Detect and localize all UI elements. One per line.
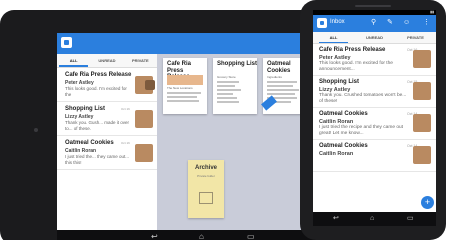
app-title: Inbox (330, 19, 345, 25)
message-snippet: This looks good. I'm excited for the ann… (319, 61, 393, 72)
card-title: Shopping List (217, 61, 257, 67)
card-subtitle: The New Locations (167, 86, 193, 90)
list-item[interactable]: Cafe Ria Press Release Oct 16 Peter Astl… (313, 44, 436, 76)
phone-tabs: ALL UNREAD PRIVATE (313, 32, 436, 44)
compose-fab-button[interactable]: + (421, 196, 434, 209)
phone-device: ▮▮ Inbox ⚲ ✎ ☺ ⋮ ALL UNREAD PRIVATE Cafe… (300, 0, 446, 240)
list-item[interactable]: Shopping List Oct 15 Lizzy Astley Thank … (313, 76, 436, 108)
tablet-device: ALL UNREAD PRIVATE Cafe Ria Press Releas… (0, 10, 330, 240)
message-title: Oatmeal Cookies (65, 140, 114, 146)
card-image (167, 75, 203, 85)
message-snippet: This looks good. I'm excited for the (65, 86, 127, 97)
inbox-logo-icon (317, 18, 327, 28)
message-snippet: Thank you. Crushed tomatoes won't be... … (319, 93, 407, 104)
home-icon[interactable]: ⌂ (199, 233, 204, 240)
message-snippet: I just tried the recipe and they came ou… (319, 125, 403, 136)
phone-nav-bar: ↩ ⌂ ▭ (313, 212, 436, 226)
back-icon[interactable]: ↩ (333, 215, 339, 223)
tab-unread[interactable]: UNREAD (354, 32, 395, 43)
tablet-message-list: Cafe Ria Press Release Oct 16 Peter Astl… (57, 68, 157, 230)
overflow-menu-icon[interactable]: ⋮ (423, 18, 430, 28)
home-icon[interactable]: ⌂ (370, 215, 374, 223)
avatar (413, 82, 431, 100)
tab-unread[interactable]: UNREAD (90, 54, 123, 67)
tab-all[interactable]: ALL (313, 32, 354, 43)
device-showcase: ALL UNREAD PRIVATE Cafe Ria Press Releas… (0, 0, 450, 240)
tablet-camera (34, 128, 38, 132)
note-card[interactable]: Cafe Ria Press Release The New Locations (163, 58, 207, 114)
message-title: Oatmeal Cookies (319, 143, 368, 149)
back-icon[interactable]: ↩ (151, 233, 158, 240)
list-item[interactable]: Shopping List Oct 16 Lizzy Astley Thank … (57, 102, 157, 136)
list-item[interactable]: Cafe Ria Press Release Oct 16 Peter Astl… (57, 68, 157, 102)
tablet-tabs: ALL UNREAD PRIVATE (57, 54, 157, 68)
list-item[interactable]: Oatmeal Cookies Oct 16 Caitlin Roran I j… (57, 136, 157, 170)
message-title: Shopping List (65, 106, 105, 112)
tablet-nav-bar: ↩ ⌂ ▭ (57, 230, 330, 240)
inbox-logo-icon (61, 37, 72, 48)
avatar (135, 144, 153, 162)
archive-subtitle: Private folder (197, 174, 215, 178)
card-subtitle: Grocery Store (217, 75, 236, 79)
avatar (145, 80, 155, 90)
message-date: Oct 16 (121, 107, 130, 111)
note-card[interactable]: Shopping List Grocery Store (213, 58, 257, 114)
tab-private[interactable]: PRIVATE (395, 32, 436, 43)
message-title: Shopping List (319, 79, 359, 85)
avatar (413, 50, 431, 68)
card-subtitle: Ingredients (267, 75, 282, 79)
phone-speaker (355, 5, 391, 7)
avatar (413, 114, 431, 132)
avatar (135, 110, 153, 128)
archive-box-icon (199, 192, 213, 204)
message-snippet: I just tried the... they came out... thi… (65, 154, 130, 165)
recents-icon[interactable]: ▭ (407, 215, 414, 223)
list-item[interactable]: Oatmeal Cookies Oct 14 Caitlin Roran (313, 140, 436, 172)
compose-icon[interactable]: ✎ (387, 18, 393, 28)
phone-app-bar: Inbox ⚲ ✎ ☺ ⋮ (313, 15, 436, 32)
recents-icon[interactable]: ▭ (247, 233, 255, 240)
archive-folder[interactable]: Archive Private folder (188, 160, 224, 218)
tablet-app-bar (57, 33, 330, 54)
message-sender: Caitlin Roran (319, 151, 354, 157)
search-icon[interactable]: ⚲ (371, 18, 376, 28)
tab-private[interactable]: PRIVATE (124, 54, 157, 67)
message-title: Cafe Ria Press Release (319, 47, 386, 53)
message-snippet: Thank you. Gush... made it over to... of… (65, 120, 130, 131)
list-item[interactable]: Oatmeal Cookies Oct 14 Caitlin Roran I j… (313, 108, 436, 140)
tablet-screen: ALL UNREAD PRIVATE Cafe Ria Press Releas… (57, 33, 330, 230)
message-date: Oct 16 (121, 73, 130, 77)
tab-all[interactable]: ALL (57, 54, 90, 67)
avatar (413, 146, 431, 164)
contacts-icon[interactable]: ☺ (403, 18, 410, 28)
archive-title: Archive (194, 165, 217, 171)
message-title: Oatmeal Cookies (319, 111, 368, 117)
phone-screen: Inbox ⚲ ✎ ☺ ⋮ ALL UNREAD PRIVATE Cafe Ri… (313, 15, 436, 212)
message-date: Oct 16 (121, 141, 130, 145)
